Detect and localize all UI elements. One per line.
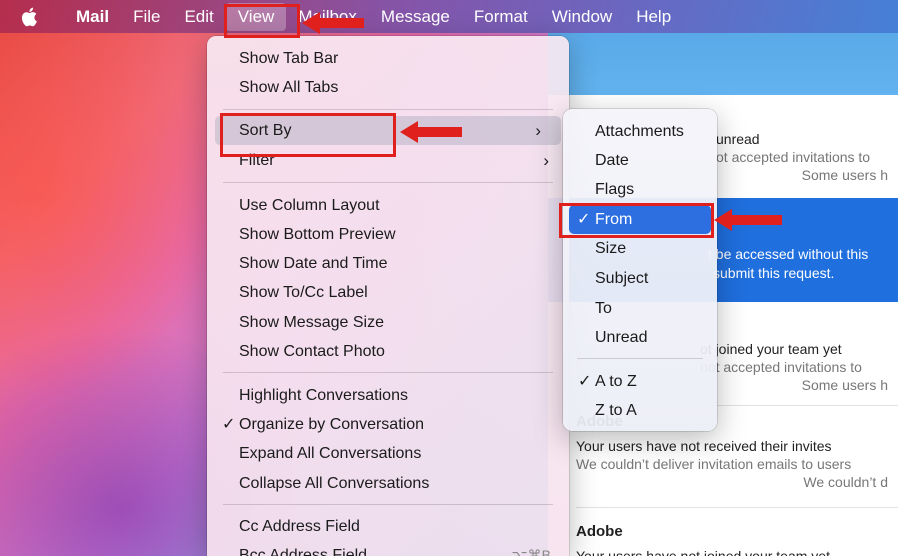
message-preview: submit this request. <box>713 265 835 281</box>
menu-item-highlight-conversations[interactable]: Highlight Conversations <box>207 381 569 410</box>
sort-option-attachments[interactable]: Attachments <box>563 117 717 146</box>
menu-item-label: Subject <box>595 270 649 287</box>
menu-item-show-date-and-time[interactable]: Show Date and Time <box>207 249 569 278</box>
annotation-box-view <box>224 4 300 38</box>
menu-item-expand-all-conversations[interactable]: Expand All Conversations <box>207 439 569 468</box>
menu-item-show-bottom-preview[interactable]: Show Bottom Preview <box>207 220 569 249</box>
menu-item-show-all-tabs[interactable]: Show All Tabs <box>207 73 569 102</box>
menu-item-show-tab-bar[interactable]: Show Tab Bar <box>207 44 569 73</box>
menu-item-label: Highlight Conversations <box>239 387 408 404</box>
sort-option-size[interactable]: Size <box>563 234 717 263</box>
menu-item-show-message-size[interactable]: Show Message Size <box>207 308 569 337</box>
menu-item-label: Use Column Layout <box>239 197 380 214</box>
message-sender: Adobe <box>576 523 623 540</box>
annotation-arrow-icon <box>714 209 782 231</box>
menu-item-label: Cc Address Field <box>239 518 360 535</box>
menu-bar: Mail File Edit View Mailbox Message Form… <box>0 0 898 33</box>
menu-separator <box>223 372 553 373</box>
menu-item-bcc-address-field[interactable]: Bcc Address Field ⌥⌘B <box>207 541 569 556</box>
message-subject: t be accessed without this <box>708 246 869 262</box>
message-preview-2: We couldn’t d <box>803 474 888 490</box>
sort-by-submenu: Attachments Date Flags ✓ From Size Subje… <box>563 109 717 431</box>
menu-separator <box>223 182 553 183</box>
divider <box>576 507 898 508</box>
menu-item-label: Show Message Size <box>239 314 384 331</box>
menu-item-label: Expand All Conversations <box>239 445 422 462</box>
chevron-right-icon: › <box>535 121 541 140</box>
sort-option-date[interactable]: Date <box>563 146 717 175</box>
menubar-message[interactable]: Message <box>369 0 462 33</box>
menu-item-label: Bcc Address Field <box>239 547 368 556</box>
menubar-help[interactable]: Help <box>624 0 683 33</box>
menubar-window[interactable]: Window <box>540 0 624 33</box>
message-preview: We couldn’t deliver invitation emails to… <box>576 456 852 472</box>
menu-separator <box>577 358 703 359</box>
sort-option-unread[interactable]: Unread <box>563 323 717 352</box>
menu-item-cc-address-field[interactable]: Cc Address Field <box>207 512 569 541</box>
sort-option-to[interactable]: To <box>563 294 717 323</box>
mail-toolbar <box>548 33 898 95</box>
menu-item-show-contact-photo[interactable]: Show Contact Photo <box>207 337 569 366</box>
sort-option-flags[interactable]: Flags <box>563 175 717 204</box>
menu-item-label: Organize by Conversation <box>239 416 424 433</box>
menu-item-show-to-cc-label[interactable]: Show To/Cc Label <box>207 278 569 307</box>
menu-item-label: Show To/Cc Label <box>239 284 368 301</box>
checkmark-icon: ✓ <box>222 416 236 433</box>
menu-item-label: Z to A <box>595 402 637 419</box>
list-item[interactable]: Adobe Your users have not joined your te… <box>576 523 898 556</box>
menu-item-label: Collapse All Conversations <box>239 475 430 492</box>
message-subject: Your users have not received their invit… <box>576 438 832 454</box>
checkmark-icon: ✓ <box>578 373 592 390</box>
menu-item-collapse-all-conversations[interactable]: Collapse All Conversations <box>207 469 569 498</box>
menubar-format[interactable]: Format <box>462 0 540 33</box>
menu-separator <box>223 109 553 110</box>
menu-item-label: Flags <box>595 181 635 198</box>
message-subject: Your users have not joined your team yet <box>576 548 830 556</box>
menu-separator <box>223 504 553 505</box>
chevron-right-icon: › <box>543 151 549 170</box>
menu-item-label: Show Contact Photo <box>239 343 385 360</box>
annotation-box-from <box>559 203 714 238</box>
menu-item-label: Size <box>595 240 627 257</box>
menubar-mail[interactable]: Mail <box>64 0 121 33</box>
menu-item-label: Show All Tabs <box>239 79 339 96</box>
menu-item-label: Show Date and Time <box>239 255 388 272</box>
annotation-arrow-icon <box>302 12 364 34</box>
sort-option-subject[interactable]: Subject <box>563 264 717 293</box>
sort-order-a-to-z[interactable]: ✓ A to Z <box>563 367 717 396</box>
menu-item-organize-by-conversation[interactable]: ✓ Organize by Conversation <box>207 410 569 439</box>
menubar-edit[interactable]: Edit <box>172 0 225 33</box>
menu-item-label: Show Bottom Preview <box>239 226 396 243</box>
menu-item-label: Unread <box>595 329 648 346</box>
menu-item-use-column-layout[interactable]: Use Column Layout <box>207 191 569 220</box>
sort-order-z-to-a[interactable]: Z to A <box>563 396 717 425</box>
menu-item-label: To <box>595 300 612 317</box>
menu-item-label: Attachments <box>595 123 684 140</box>
menubar-file[interactable]: File <box>121 0 172 33</box>
keyboard-shortcut: ⌥⌘B <box>511 547 551 556</box>
annotation-arrow-icon <box>400 121 462 143</box>
menu-item-label: Date <box>595 152 629 169</box>
menu-item-label: A to Z <box>595 373 637 390</box>
apple-icon[interactable] <box>18 5 42 29</box>
menu-item-label: Show Tab Bar <box>239 50 339 67</box>
annotation-box-sort-by <box>220 113 396 157</box>
